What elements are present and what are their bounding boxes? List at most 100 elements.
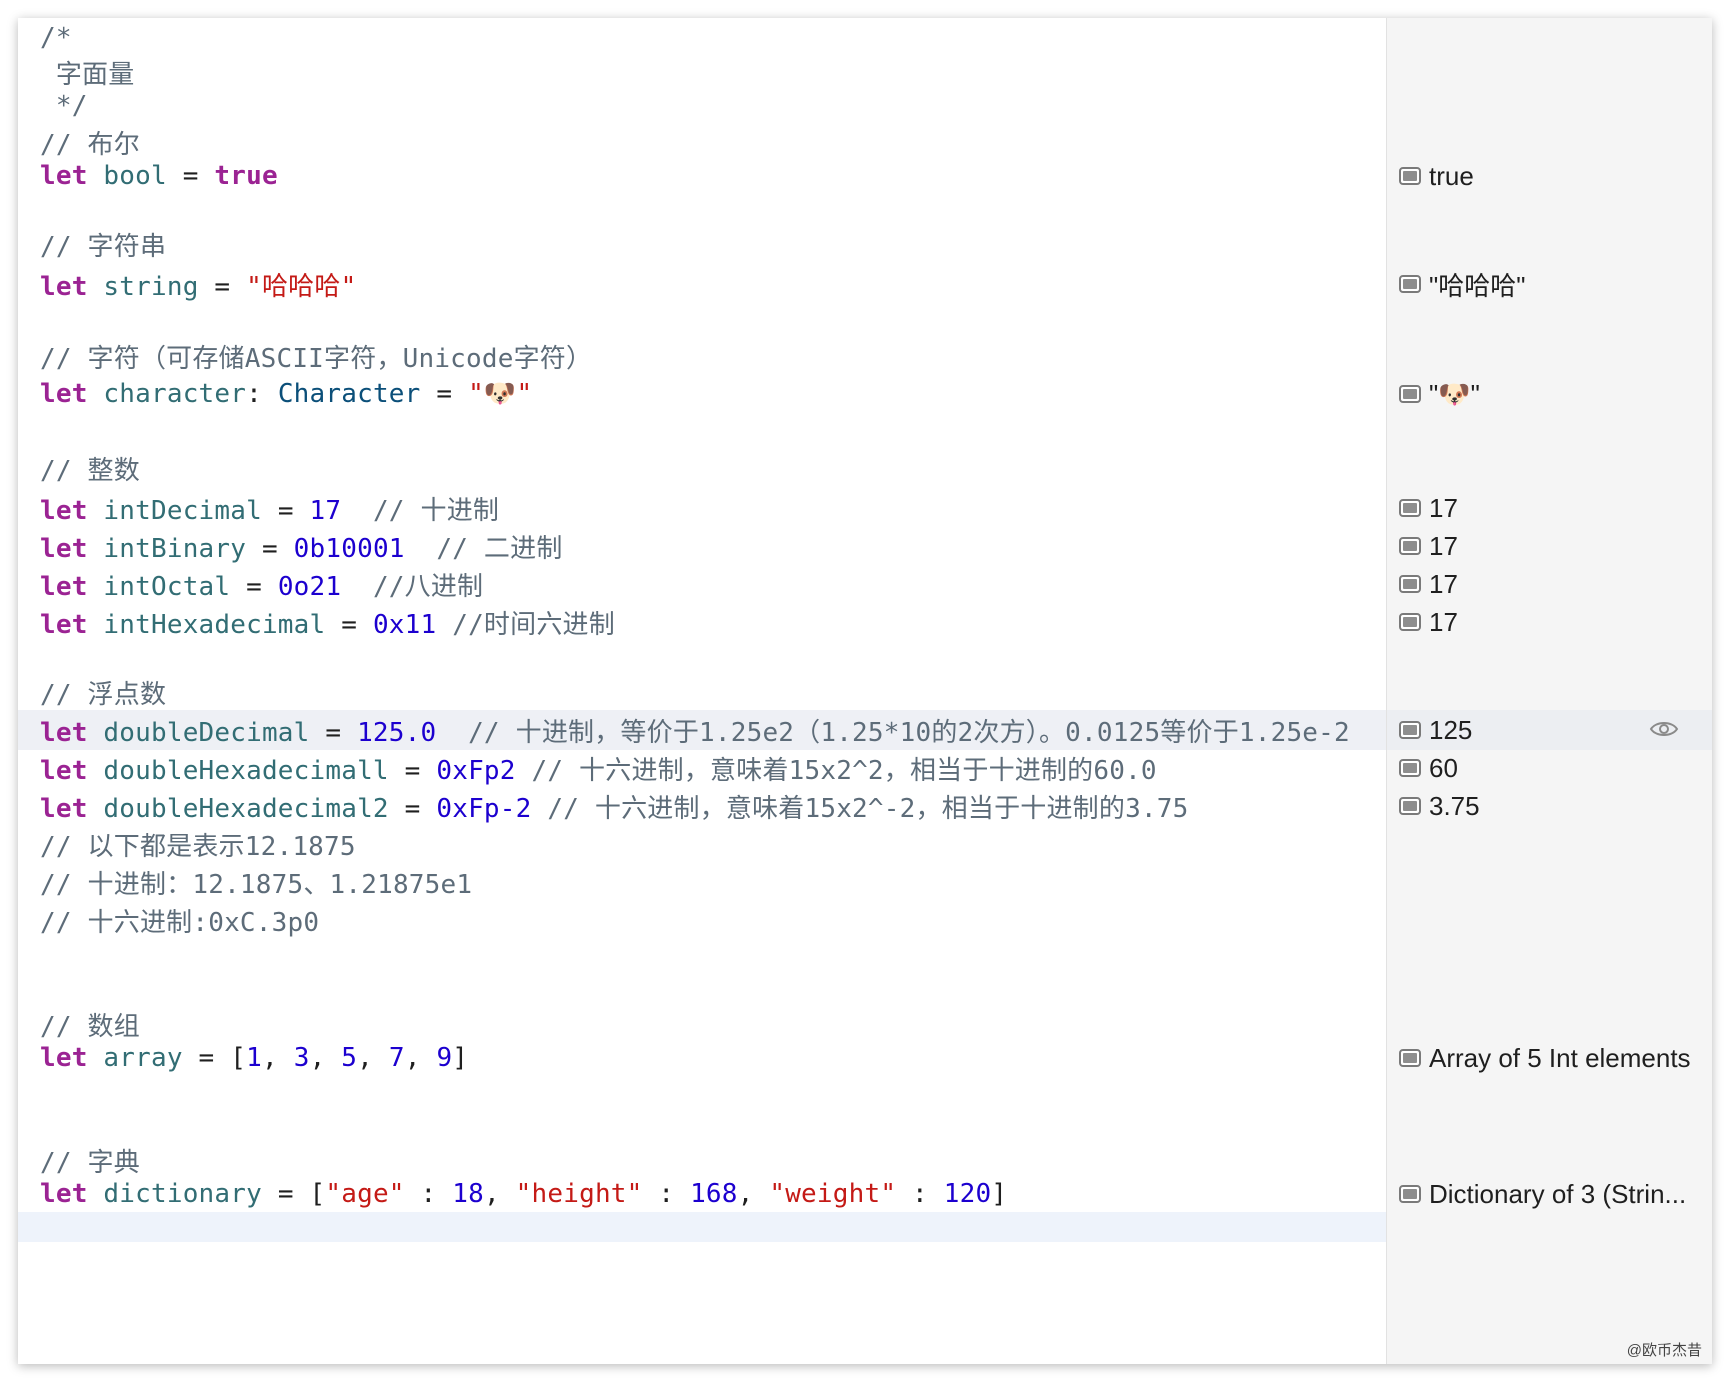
code-text: /* [18, 23, 72, 53]
code-keyword: let [40, 755, 88, 786]
code-line[interactable]: // 整数 [18, 448, 1386, 488]
code-line[interactable]: let intHexadecimal = 0x11 //时间六进制 [18, 602, 1386, 642]
result-value: 60 [1429, 752, 1458, 783]
current-line[interactable] [18, 1212, 1386, 1242]
result-value: 17 [1429, 606, 1458, 637]
results-sidebar: true "哈哈哈" "🐶" 17 17 17 17 125 60 3.75 Array of 5 … [1386, 18, 1712, 1364]
code-line[interactable]: let string = "哈哈哈" [18, 264, 1386, 304]
code-comment: /* [40, 23, 72, 53]
code-separator: : [896, 1179, 944, 1209]
result-row: true [1387, 156, 1712, 196]
playground-window: /* 字面量 */// 布尔 let bool = true// 字符串 let s… [18, 18, 1712, 1364]
code-separator: , [261, 1043, 294, 1073]
code-comment: //八进制 [341, 571, 484, 602]
code-line[interactable]: let bool = true [18, 156, 1386, 196]
code-number-literal: 7 [388, 1043, 405, 1073]
code-line[interactable]: // 字符串 [18, 224, 1386, 264]
code-operator: = [261, 1179, 310, 1209]
code-text: // 字符串 [18, 226, 166, 263]
result-value: Array of 5 Int elements [1429, 1042, 1691, 1073]
code-identifier: doubleHexadecimal2 [103, 793, 389, 824]
code-identifier: intHexadecimal [103, 609, 326, 640]
code-line[interactable]: let dictionary = ["age" : 18, "height" :… [18, 1174, 1386, 1214]
code-bracket: ] [991, 1179, 1008, 1209]
code-separator: , [309, 1043, 342, 1073]
code-text: */ [18, 91, 88, 121]
code-operator: = [230, 571, 278, 602]
code-number-literal: 0o21 [277, 571, 342, 602]
code-text: // 十六进制:0xC.3p0 [18, 902, 319, 939]
result-view-icon[interactable] [1399, 537, 1421, 555]
code-operator: = [309, 717, 358, 748]
code-string-literal: "weight" [769, 1179, 897, 1209]
code-keyword: let [40, 571, 88, 602]
code-number-literal: 17 [309, 495, 342, 526]
result-value: "哈哈哈" [1429, 270, 1526, 301]
code-line[interactable]: let intOctal = 0o21 //八进制 [18, 564, 1386, 604]
code-bracket: [ [309, 1179, 326, 1209]
code-comment: // 字符（可存储ASCII字符，Unicode字符） [40, 343, 593, 374]
code-text: // 布尔 [18, 124, 140, 161]
watermark: @欧币杰昔 [1626, 1342, 1702, 1359]
result-view-icon[interactable] [1399, 275, 1421, 293]
result-view-icon[interactable] [1399, 613, 1421, 631]
code-text: let dictionary = ["age" : 18, "height" :… [18, 1179, 1007, 1209]
code-line[interactable]: let character: Character = "🐶" [18, 374, 1386, 414]
code-line[interactable]: let doubleDecimal = 125.0 // 十进制，等价于1.25… [18, 710, 1386, 750]
code-line[interactable]: let intDecimal = 17 // 十进制 [18, 488, 1386, 528]
code-line[interactable]: // 十六进制:0xC.3p0 [18, 900, 1386, 940]
code-separator: , [404, 1043, 437, 1073]
result-view-icon[interactable] [1399, 499, 1421, 517]
code-line[interactable]: // 十进制：12.1875、1.21875e1 [18, 862, 1386, 902]
code-keyword: let [40, 793, 88, 824]
result-value: 17 [1429, 568, 1458, 599]
code-text: // 浮点数 [18, 674, 166, 711]
code-number-literal: 9 [436, 1043, 453, 1073]
code-keyword: let [40, 379, 88, 409]
code-identifier: bool [103, 161, 167, 191]
code-line[interactable]: */ [18, 86, 1386, 126]
result-view-icon[interactable] [1399, 385, 1421, 403]
code-text: let doubleDecimal = 125.0 // 十进制，等价于1.25… [18, 712, 1350, 749]
result-value: 17 [1429, 492, 1458, 523]
code-string-literal: "哈哈哈" [246, 271, 357, 302]
code-operator: = [325, 609, 373, 640]
code-comment: // 字符串 [40, 231, 167, 262]
code-text: // 字符（可存储ASCII字符，Unicode字符） [18, 338, 592, 375]
code-separator: : [642, 1179, 691, 1209]
code-bracket: [ [230, 1043, 247, 1073]
code-comment: // 浮点数 [40, 679, 167, 710]
code-comment: */ [40, 91, 88, 121]
code-number-literal: 0b10001 [293, 533, 405, 564]
code-line[interactable]: // 浮点数 [18, 672, 1386, 712]
code-type: Character [277, 379, 421, 409]
code-line[interactable]: // 以下都是表示12.1875 [18, 824, 1386, 864]
code-comment: // 布尔 [40, 129, 140, 160]
code-comment: // 字典 [40, 1147, 140, 1178]
code-editor[interactable]: /* 字面量 */// 布尔 let bool = true// 字符串 let s… [18, 18, 1386, 1364]
code-number-literal: 168 [690, 1179, 738, 1209]
code-identifier: character [103, 379, 247, 409]
result-view-icon[interactable] [1399, 167, 1421, 185]
code-line[interactable]: let array = [1, 3, 5, 7, 9] [18, 1038, 1386, 1078]
code-keyword: let [40, 1043, 88, 1073]
code-line[interactable]: let doubleHexadecimal2 = 0xFp-2 // 十六进制，… [18, 786, 1386, 826]
eye-icon[interactable] [1649, 718, 1679, 740]
code-line[interactable]: let intBinary = 0b10001 // 二进制 [18, 526, 1386, 566]
result-view-icon[interactable] [1399, 1185, 1421, 1203]
code-line[interactable]: let doubleHexadecimall = 0xFp2 // 十六进制，意… [18, 748, 1386, 788]
result-view-icon[interactable] [1399, 575, 1421, 593]
code-number-literal: 0xFp-2 [436, 793, 532, 824]
code-text: // 数组 [18, 1006, 140, 1043]
result-view-icon[interactable] [1399, 721, 1421, 739]
code-keyword: let [40, 161, 88, 191]
code-keyword: let [40, 495, 88, 526]
result-row: 17 [1387, 564, 1712, 604]
code-string-literal: "height" [515, 1179, 643, 1209]
result-view-icon[interactable] [1399, 797, 1421, 815]
result-view-icon[interactable] [1399, 1049, 1421, 1067]
result-view-icon[interactable] [1399, 759, 1421, 777]
code-line[interactable]: // 字符（可存储ASCII字符，Unicode字符） [18, 336, 1386, 376]
code-number-literal: 18 [452, 1179, 484, 1209]
result-row: 17 [1387, 602, 1712, 642]
